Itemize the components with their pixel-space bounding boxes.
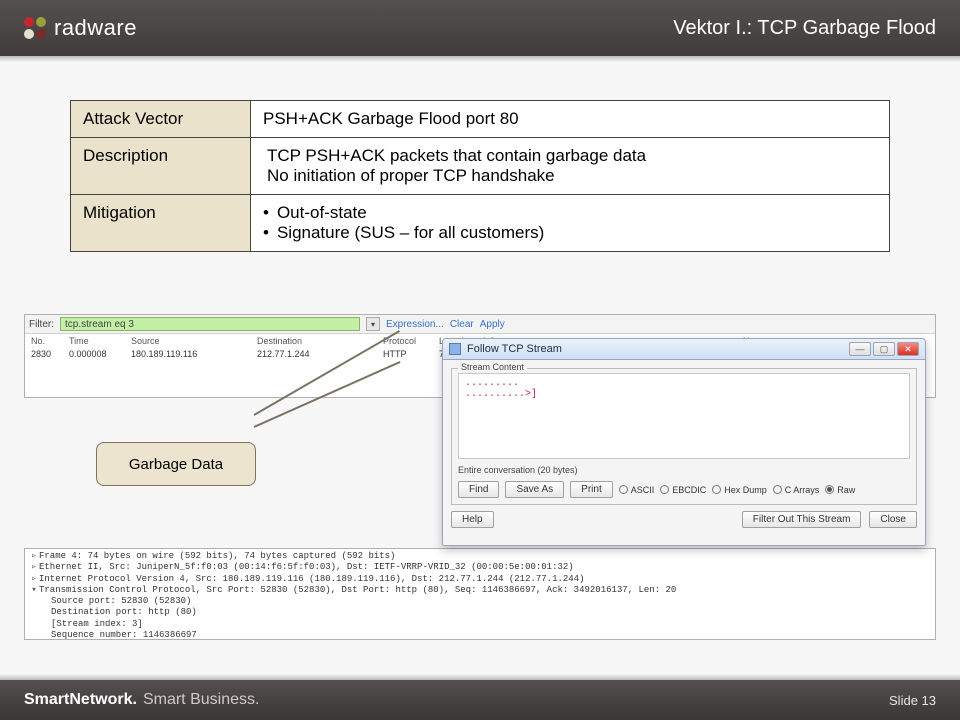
dialog-title-text: Follow TCP Stream — [467, 343, 562, 355]
print-button[interactable]: Print — [570, 481, 613, 498]
detail-l5: Source port: 52830 (52830) — [29, 596, 931, 607]
minimize-button[interactable]: — — [849, 342, 871, 356]
clear-link[interactable]: Clear — [450, 319, 474, 330]
col-no: No. — [31, 336, 69, 346]
detail-l4: Transmission Control Protocol, Src Port:… — [39, 585, 676, 595]
col-protocol: Protocol — [383, 336, 439, 346]
expand-icon[interactable]: ▹ — [29, 574, 39, 585]
row-mitigation-value: •Out-of-state •Signature (SUS – for all … — [251, 195, 890, 252]
garbage-data-callout: Garbage Data — [96, 442, 256, 486]
filter-dropdown-icon[interactable]: ▾ — [366, 317, 380, 331]
row-attack-vector-value: PSH+ACK Garbage Flood port 80 — [251, 101, 890, 138]
find-button[interactable]: Find — [458, 481, 499, 498]
col-source: Source — [131, 336, 257, 346]
expand-icon[interactable]: ▹ — [29, 551, 39, 562]
row-description-label: Description — [71, 138, 251, 195]
stream-line2: ..........>] — [465, 389, 903, 400]
apply-link[interactable]: Apply — [480, 319, 505, 330]
desc-line1: TCP PSH+ACK packets that contain garbage… — [263, 146, 877, 166]
mit-line2: Signature (SUS – for all customers) — [277, 223, 544, 243]
mit-line1: Out-of-state — [277, 203, 367, 223]
screenshot-area: Filter: tcp.stream eq 3 ▾ Expression... … — [24, 314, 936, 640]
attack-info-table: Attack Vector PSH+ACK Garbage Flood port… — [70, 100, 890, 252]
logo-dots-icon — [24, 17, 46, 39]
col-destination: Destination — [257, 336, 383, 346]
filter-out-button[interactable]: Filter Out This Stream — [742, 511, 862, 528]
content-area: Attack Vector PSH+ACK Garbage Flood port… — [70, 100, 890, 252]
slide-title: Vektor I.: TCP Garbage Flood — [673, 17, 936, 40]
detail-l7: [Stream index: 3] — [29, 619, 931, 630]
raw-radio[interactable]: Raw — [825, 485, 855, 495]
detail-l1: Frame 4: 74 bytes on wire (592 bits), 74… — [39, 551, 395, 561]
desc-line2: No initiation of proper TCP handshake — [263, 166, 877, 186]
ebcdic-radio[interactable]: EBCDIC — [660, 485, 706, 495]
footer-smart1: Smart — [24, 691, 69, 709]
detail-l2: Ethernet II, Src: JuniperN_5f:f0:03 (00:… — [39, 562, 574, 572]
row-description-value: TCP PSH+ACK packets that contain garbage… — [251, 138, 890, 195]
row-attack-vector-label: Attack Vector — [71, 101, 251, 138]
filter-input[interactable]: tcp.stream eq 3 — [60, 317, 360, 331]
hexdump-radio[interactable]: Hex Dump — [712, 485, 767, 495]
expand-icon[interactable]: ▹ — [29, 562, 39, 573]
cell-protocol: HTTP — [383, 349, 439, 359]
maximize-button[interactable]: ▢ — [873, 342, 895, 356]
carrays-radio[interactable]: C Arrays — [773, 485, 820, 495]
cell-no: 2830 — [31, 349, 69, 359]
logo: radware — [24, 15, 137, 41]
filter-label: Filter: — [29, 319, 54, 330]
logo-text: radware — [54, 15, 137, 41]
close-dialog-button[interactable]: Close — [869, 511, 917, 528]
cell-time: 0.000008 — [69, 349, 131, 359]
detail-l3: Internet Protocol Version 4, Src: 180.18… — [39, 574, 585, 584]
dialog-titlebar: Follow TCP Stream — ▢ ✕ — [443, 339, 925, 360]
slide-number: Slide 13 — [889, 693, 936, 708]
detail-l8: Sequence number: 1146386697 — [29, 630, 931, 640]
callout-label: Garbage Data — [129, 456, 223, 473]
ascii-radio[interactable]: ASCII — [619, 485, 655, 495]
footer-smart2: Smart Business. — [143, 691, 260, 709]
filter-bar: Filter: tcp.stream eq 3 ▾ Expression... … — [25, 315, 935, 334]
footer-bar: Smart Network. Smart Business. Slide 13 — [0, 680, 960, 720]
fieldset-legend: Stream Content — [458, 362, 527, 372]
stream-line1: ......... — [465, 378, 903, 389]
dialog-icon — [449, 343, 461, 355]
header-bar: radware Vektor I.: TCP Garbage Flood — [0, 0, 960, 56]
help-button[interactable]: Help — [451, 511, 494, 528]
stream-content-box[interactable]: ......... ..........>] — [458, 373, 910, 459]
packet-detail-pane: ▹Frame 4: 74 bytes on wire (592 bits), 7… — [24, 548, 936, 640]
col-time: Time — [69, 336, 131, 346]
expression-link[interactable]: Expression... — [386, 319, 444, 330]
stream-content-fieldset: Stream Content ......... ..........>] En… — [451, 368, 917, 505]
row-mitigation-label: Mitigation — [71, 195, 251, 252]
collapse-icon[interactable]: ▾ — [29, 585, 39, 596]
follow-tcp-dialog: Follow TCP Stream — ▢ ✕ Stream Content .… — [442, 338, 926, 546]
footer-network: Network. — [69, 691, 137, 709]
detail-l6: Destination port: http (80) — [29, 607, 931, 618]
close-button[interactable]: ✕ — [897, 342, 919, 356]
entire-conversation-label: Entire conversation (20 bytes) — [458, 465, 578, 475]
save-as-button[interactable]: Save As — [505, 481, 564, 498]
cell-source: 180.189.119.116 — [131, 349, 257, 359]
